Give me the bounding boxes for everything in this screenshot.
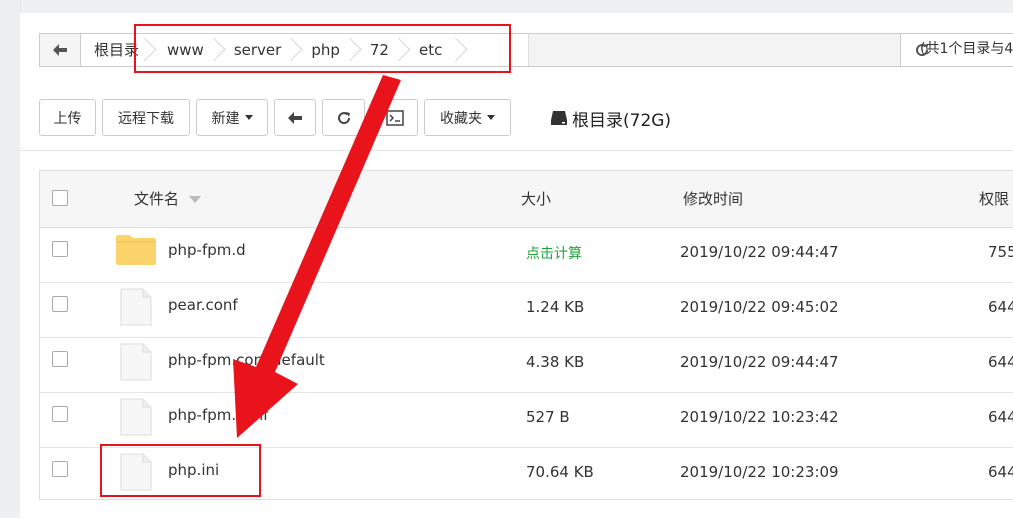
column-header-size[interactable]: 大小: [521, 171, 551, 227]
select-all-checkbox[interactable]: [52, 190, 68, 206]
new-label: 新建: [211, 110, 240, 127]
path-input-area[interactable]: [528, 34, 901, 66]
sort-caret-icon: [188, 196, 201, 203]
file-name[interactable]: php-fpm.d: [168, 241, 246, 259]
disk-icon: [551, 111, 567, 125]
table-header: 文件名 大小 修改时间 权限: [40, 171, 1013, 228]
chevron-down-icon: [244, 115, 253, 120]
row-checkbox[interactable]: [52, 461, 68, 477]
column-header-permission[interactable]: 权限: [979, 171, 1009, 227]
file-permission: 755: [988, 243, 1013, 261]
table-row[interactable]: php-fpm.conf 527 B 2019/10/22 10:23:42 6…: [40, 392, 1013, 448]
folder-icon: [116, 235, 156, 265]
file-permission: 644: [988, 408, 1013, 426]
remote-download-button[interactable]: 远程下载: [102, 99, 190, 136]
file-modified: 2019/10/22 09:44:47: [680, 353, 839, 371]
row-checkbox[interactable]: [52, 351, 68, 367]
file-permission: 644: [988, 353, 1013, 371]
file-size: 1.24 KB: [526, 298, 585, 316]
file-highlight-box: [100, 444, 261, 497]
file-modified: 2019/10/22 10:23:09: [680, 463, 839, 481]
table-row[interactable]: php-fpm.conf.default 4.38 KB 2019/10/22 …: [40, 337, 1013, 393]
table-row[interactable]: pear.conf 1.24 KB 2019/10/22 09:45:02 64…: [40, 282, 1013, 338]
file-icon: [120, 398, 152, 436]
back-button[interactable]: [274, 99, 316, 136]
left-edge: [0, 0, 21, 511]
toolbar-divider: [20, 150, 1013, 151]
row-checkbox[interactable]: [52, 296, 68, 312]
refresh-button[interactable]: [322, 99, 365, 136]
favorites-dropdown-button[interactable]: 收藏夹: [424, 99, 511, 136]
new-dropdown-button[interactable]: 新建: [196, 99, 268, 136]
calculate-size-link[interactable]: 点击计算: [526, 243, 582, 263]
directory-summary: (共1个目录与4: [920, 41, 1013, 57]
remote-download-label: 远程下载: [118, 110, 174, 127]
back-arrow-icon: [288, 111, 302, 124]
favorites-label: 收藏夹: [440, 110, 482, 127]
table-row[interactable]: php-fpm.d 点击计算 2019/10/22 09:44:47 755: [40, 227, 1013, 283]
column-header-name-label: 文件名: [134, 190, 180, 208]
upload-label: 上传: [53, 110, 82, 127]
breadcrumb-highlight-box: [134, 24, 511, 73]
row-checkbox[interactable]: [52, 406, 68, 422]
path-back-button[interactable]: [40, 34, 81, 66]
file-icon: [120, 343, 152, 381]
file-permission: 644: [988, 463, 1013, 481]
refresh-icon: [337, 111, 350, 124]
disk-indicator[interactable]: 根目录(72G): [550, 106, 672, 131]
upload-button[interactable]: 上传: [39, 99, 96, 136]
terminal-button[interactable]: [371, 99, 418, 136]
file-modified: 2019/10/22 09:45:02: [680, 298, 839, 316]
disk-label: 根目录(72G): [572, 110, 672, 131]
file-size: 70.64 KB: [526, 463, 594, 481]
file-name[interactable]: php-fpm.conf: [168, 406, 268, 424]
row-checkbox[interactable]: [52, 241, 68, 257]
file-permission: 644: [988, 298, 1013, 316]
column-header-modified[interactable]: 修改时间: [683, 171, 743, 227]
file-size: 4.38 KB: [526, 353, 585, 371]
file-modified: 2019/10/22 10:23:42: [680, 408, 839, 426]
file-name[interactable]: pear.conf: [168, 296, 238, 314]
file-modified: 2019/10/22 09:44:47: [680, 243, 839, 261]
back-arrow-icon: [53, 44, 67, 56]
file-icon: [120, 288, 152, 326]
terminal-icon: [385, 109, 404, 126]
column-header-name[interactable]: 文件名: [134, 171, 202, 227]
file-name[interactable]: php-fpm.conf.default: [168, 351, 325, 369]
chevron-down-icon: [487, 115, 495, 120]
file-size: 527 B: [526, 408, 570, 426]
